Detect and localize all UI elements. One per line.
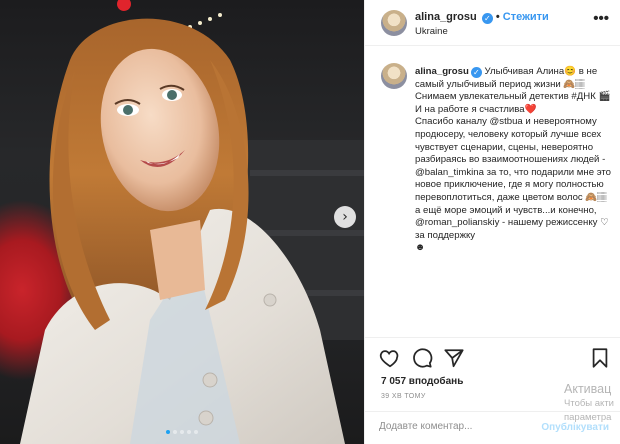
post-side-panel: alina_grosu ✓ • Стежити Ukraine ••• alin… bbox=[364, 0, 620, 444]
watermark-line-1: Активац bbox=[564, 382, 612, 396]
post-timestamp[interactable]: 39 ХВ ТОМУ bbox=[381, 393, 426, 400]
username-link[interactable]: alina_grosu bbox=[415, 11, 477, 23]
location-link[interactable]: Ukraine bbox=[415, 26, 448, 37]
comment-icon[interactable] bbox=[411, 347, 433, 369]
heart-icon[interactable] bbox=[379, 347, 401, 369]
action-bar bbox=[365, 337, 620, 377]
caption-verified-badge-icon: ✓ bbox=[470, 67, 482, 78]
post-header: alina_grosu ✓ • Стежити Ukraine ••• bbox=[365, 0, 620, 46]
avatar[interactable] bbox=[381, 10, 407, 36]
caption-text: Улыбчивая Алина😊 в не самый улыбчивый пе… bbox=[415, 66, 612, 254]
bookmark-icon[interactable] bbox=[589, 347, 611, 369]
header-user-line: alina_grosu ✓ • Стежити bbox=[415, 11, 549, 24]
carousel-dot bbox=[166, 430, 170, 434]
share-icon[interactable] bbox=[443, 347, 465, 369]
verified-badge-icon: ✓ bbox=[481, 13, 493, 24]
photo-image bbox=[20, 0, 364, 444]
caption-area: alina_grosu ✓ Улыбчивая Алина😊 в не самый… bbox=[365, 47, 620, 337]
carousel-next-button[interactable]: › bbox=[334, 206, 356, 228]
carousel-dot bbox=[180, 430, 184, 434]
caption-avatar[interactable] bbox=[381, 63, 407, 89]
follow-button[interactable]: Стежити bbox=[503, 11, 549, 23]
carousel-dots bbox=[0, 421, 364, 439]
more-options-icon[interactable]: ••• bbox=[593, 10, 609, 27]
watermark-line-2: Чтобы акти bbox=[564, 398, 614, 409]
caption-username-link[interactable]: alina_grosu bbox=[415, 66, 469, 77]
post-photo[interactable]: › bbox=[0, 0, 364, 444]
carousel-dot bbox=[194, 430, 198, 434]
separator-dot: • bbox=[495, 11, 500, 23]
carousel-dot bbox=[187, 430, 191, 434]
carousel-dot bbox=[173, 430, 177, 434]
post-caption: alina_grosu ✓ Улыбчивая Алина😊 в не самый… bbox=[415, 66, 611, 255]
likes-count[interactable]: 7 057 вподобань bbox=[381, 376, 463, 387]
comment-input[interactable] bbox=[379, 421, 549, 432]
watermark-line-3: параметра bbox=[564, 412, 612, 423]
activation-watermark: Активац Чтобы акти параметра bbox=[564, 382, 614, 424]
